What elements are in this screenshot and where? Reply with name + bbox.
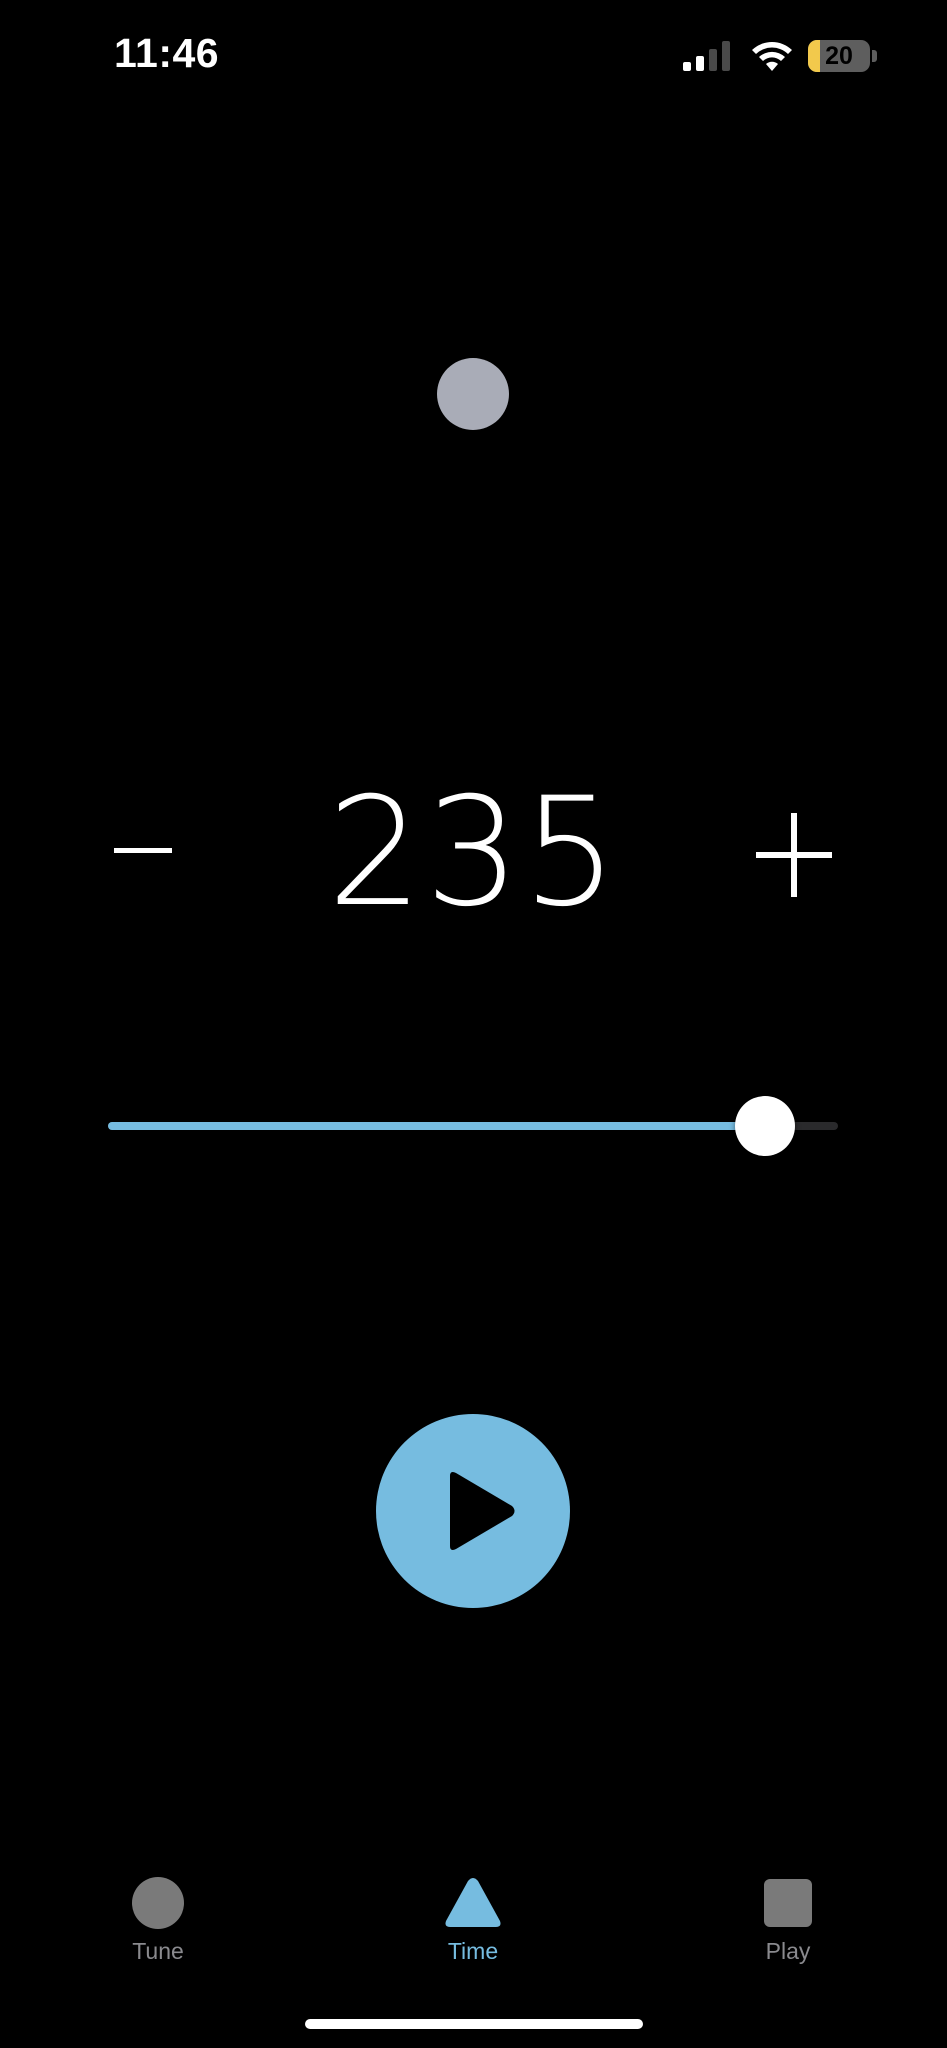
tab-tune[interactable]: Tune <box>78 1876 238 1965</box>
slider-track-fill <box>108 1122 765 1130</box>
metronome-screen: 11:46 20 235 Tune Time Play <box>0 0 947 2048</box>
play-icon <box>450 1472 515 1550</box>
tab-label: Play <box>765 1938 811 1964</box>
signal-icon <box>683 41 730 71</box>
home-indicator <box>305 2019 643 2029</box>
slider-thumb[interactable] <box>735 1096 795 1156</box>
increase-tempo-button[interactable] <box>752 800 836 910</box>
tab-time[interactable]: Time <box>393 1876 553 1965</box>
tempo-slider[interactable] <box>108 1095 838 1156</box>
battery-nub <box>872 50 877 62</box>
square-icon <box>764 1879 812 1927</box>
tab-play[interactable]: Play <box>708 1876 868 1965</box>
tempo-value: 235 <box>327 766 620 940</box>
status-icons: 20 <box>683 36 877 76</box>
triangle-icon <box>445 1878 501 1927</box>
beat-indicator-dot <box>437 358 509 430</box>
battery-level: 20 <box>825 42 853 70</box>
minus-icon <box>114 847 172 853</box>
status-time: 11:46 <box>114 30 220 76</box>
circle-icon <box>132 1877 184 1929</box>
decrease-tempo-button[interactable] <box>108 790 178 910</box>
play-button[interactable] <box>376 1414 570 1608</box>
wifi-icon <box>752 42 792 71</box>
tab-label: Tune <box>132 1938 184 1964</box>
battery-icon: 20 <box>808 40 870 72</box>
tab-label: Time <box>447 1938 499 1964</box>
